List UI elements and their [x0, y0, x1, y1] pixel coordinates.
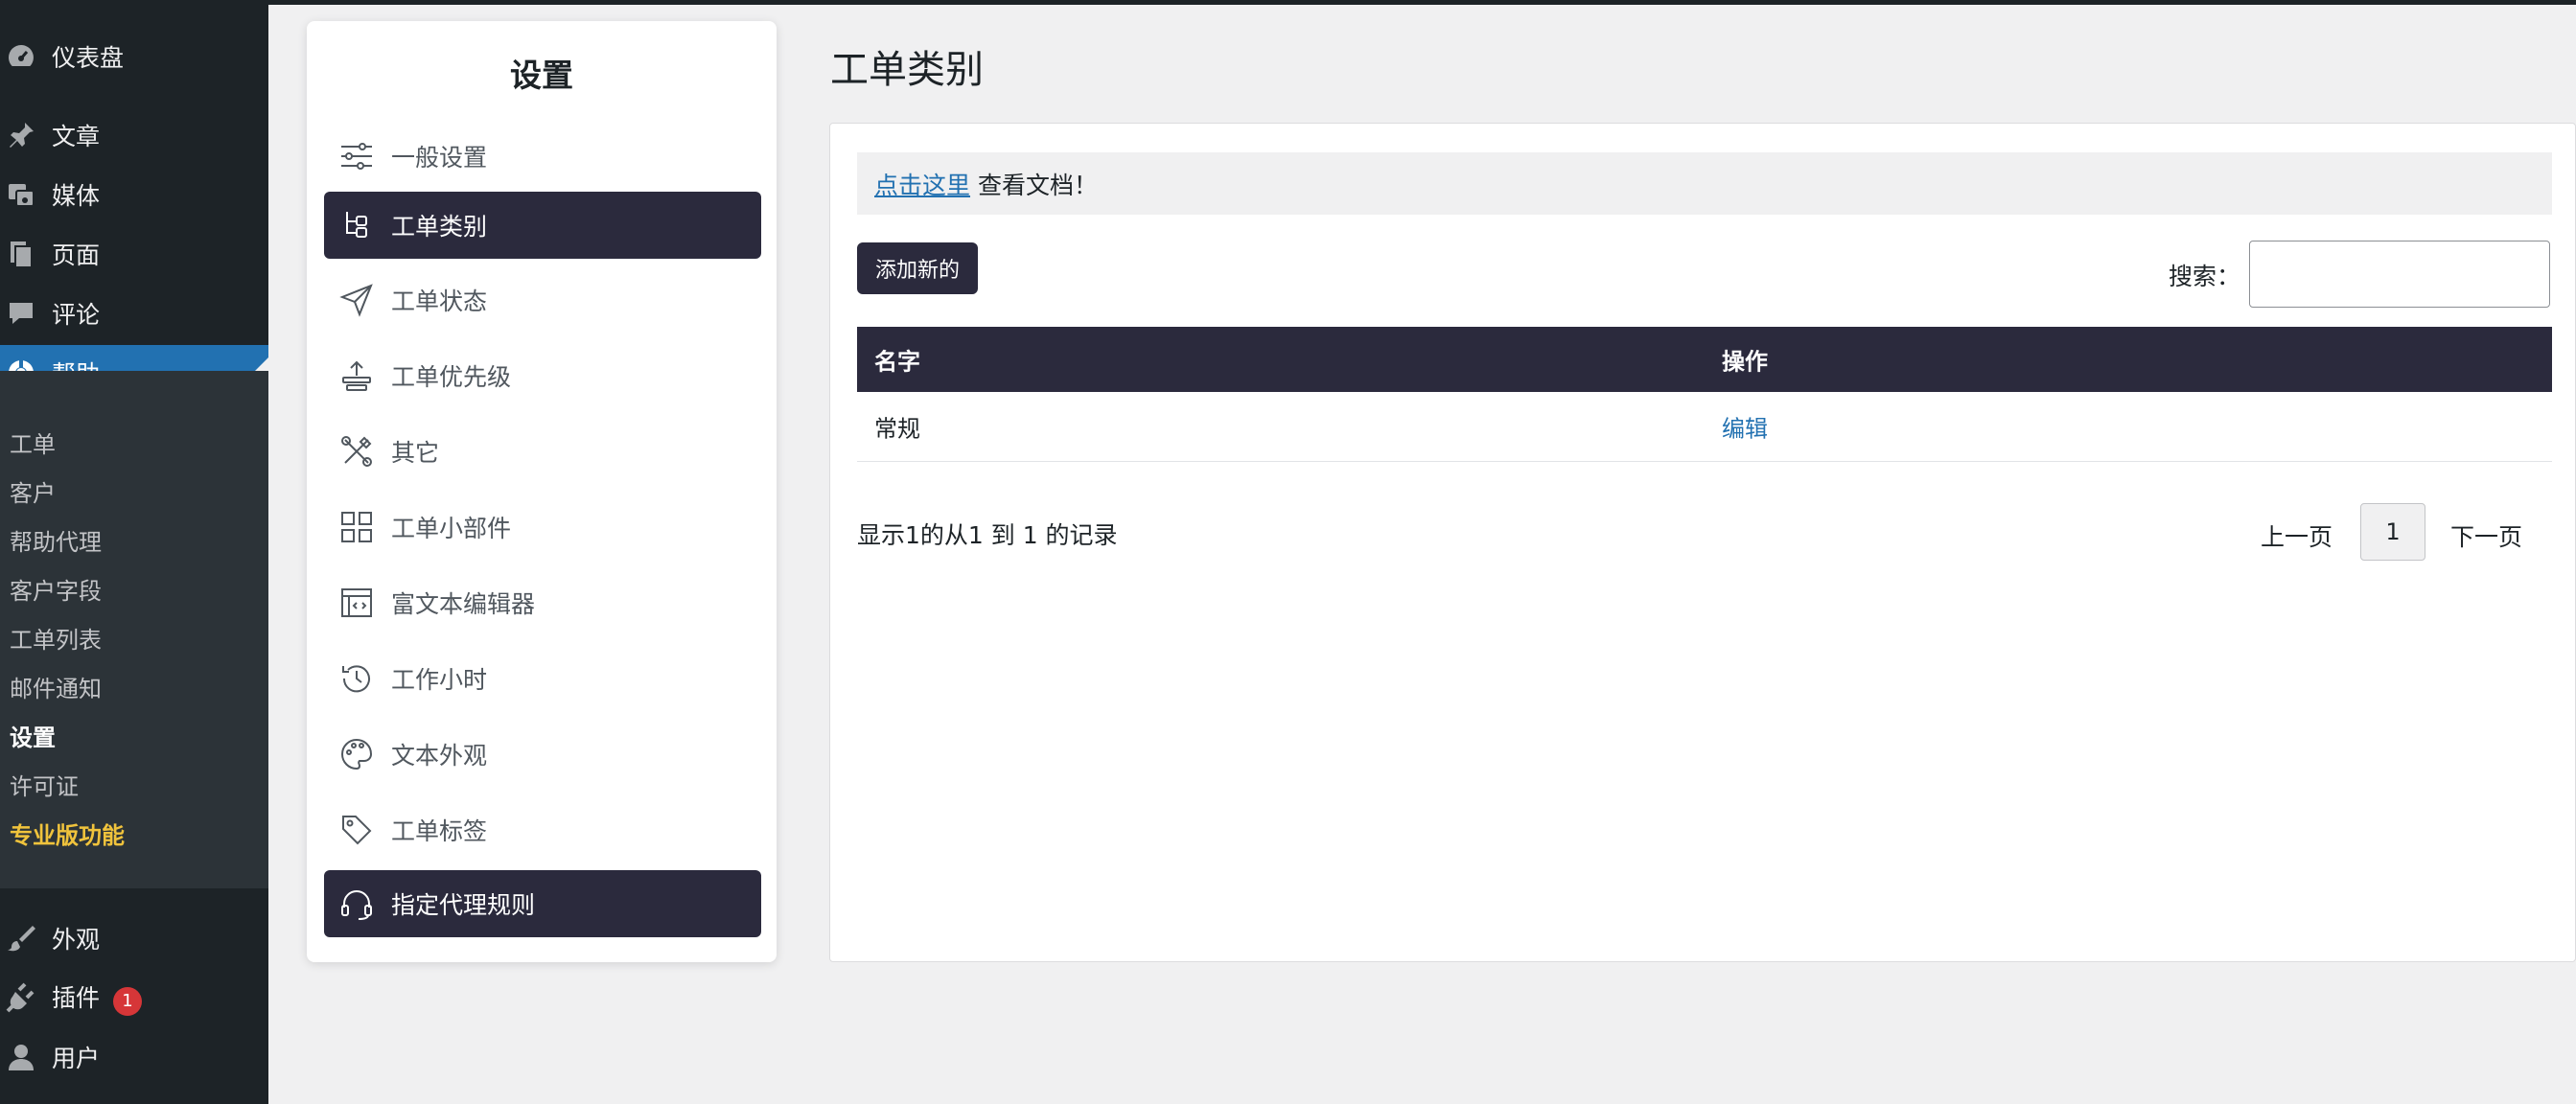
categories-content-card: 点击这里 查看文档！ 添加新的 搜索： 名字 操作 常规 编辑 显示1的从1 到… [829, 123, 2576, 962]
menu-label: 页面 [52, 242, 101, 269]
search-label: 搜索： [2169, 263, 2241, 290]
menu-label: 评论 [52, 301, 101, 329]
table-header: 名字 操作 [857, 327, 2552, 392]
menu-item-appearance[interactable]: 外观 [0, 910, 268, 966]
submenu-item-pro-features[interactable]: 专业版功能 [10, 816, 125, 850]
tools-icon [339, 434, 374, 469]
menu-item-pages[interactable]: 页面 [0, 226, 268, 282]
update-count-badge: 1 [113, 987, 143, 1016]
plugin-icon [4, 980, 38, 1015]
priority-icon [339, 358, 374, 393]
media-icon [4, 177, 38, 212]
menu-item-posts[interactable]: 文章 [0, 107, 268, 163]
previous-page-button[interactable]: 上一页 [2261, 518, 2332, 553]
settings-item-ticket-widgets[interactable]: 工单小部件 [324, 494, 761, 561]
dashboard-icon [4, 39, 38, 74]
settings-item-label: 文本外观 [391, 742, 488, 770]
send-icon [339, 283, 374, 317]
settings-item-label: 工单小部件 [391, 515, 512, 542]
pin-icon [4, 118, 38, 152]
settings-item-label: 一般设置 [391, 144, 488, 172]
page-number-button[interactable]: 1 [2360, 503, 2425, 561]
menu-label-text: 插件 [52, 984, 101, 1012]
settings-panel: 设置 一般设置 工单类别 工单状态 工单优先级 其它 工单小部件 富文本编辑器 … [307, 21, 777, 962]
settings-item-label: 工单类别 [391, 213, 488, 241]
menu-item-comments[interactable]: 评论 [0, 286, 268, 341]
submenu-item-customer-fields[interactable]: 客户字段 [10, 572, 102, 606]
settings-item-rich-text-editor[interactable]: 富文本编辑器 [324, 569, 761, 636]
menu-label: 用户 [52, 1045, 101, 1072]
docs-notice-text: 查看文档！ [978, 171, 1099, 199]
comment-icon [4, 296, 38, 331]
search-input[interactable] [2249, 241, 2550, 308]
records-info: 显示1的从1 到 1 的记录 [857, 521, 1118, 549]
submenu-item-customers[interactable]: 客户 [10, 474, 56, 508]
tag-icon [339, 813, 374, 847]
settings-item-text-appearance[interactable]: 文本外观 [324, 721, 761, 788]
settings-item-other[interactable]: 其它 [324, 418, 761, 485]
submenu-item-license[interactable]: 许可证 [10, 768, 79, 801]
settings-item-working-hours[interactable]: 工作小时 [324, 645, 761, 712]
brush-icon [4, 921, 38, 955]
menu-label: 外观 [52, 926, 101, 954]
admin-top-bar [0, 0, 2576, 5]
page-title: 工单类别 [830, 48, 984, 92]
add-new-button[interactable]: 添加新的 [857, 242, 978, 294]
sliders-icon [339, 139, 374, 173]
wp-admin-sidebar: 仪表盘 文章 媒体 页面 评论 帮助 工单 客户 帮助代理 客户字段 [0, 0, 268, 1104]
column-header-name[interactable]: 名字 [874, 343, 920, 377]
settings-title: 设置 [510, 57, 573, 94]
pages-icon [4, 237, 38, 271]
clock-history-icon [339, 661, 374, 696]
menu-label: 插件 1 [52, 979, 143, 1016]
settings-item-label: 工单优先级 [391, 363, 512, 391]
submenu-item-ticket-list[interactable]: 工单列表 [10, 621, 102, 655]
tree-icon [339, 208, 374, 242]
palette-icon [339, 737, 374, 771]
settings-item-general[interactable]: 一般设置 [324, 123, 761, 190]
submenu-item-settings[interactable]: 设置 [10, 719, 56, 752]
submenu-item-tickets[interactable]: 工单 [10, 426, 56, 459]
edit-link[interactable]: 编辑 [1722, 410, 1768, 444]
submenu-item-agents[interactable]: 帮助代理 [10, 523, 102, 557]
settings-item-ticket-status[interactable]: 工单状态 [324, 266, 761, 334]
headset-icon [339, 886, 374, 921]
menu-label: 媒体 [52, 182, 101, 210]
help-submenu: 工单 客户 帮助代理 客户字段 工单列表 邮件通知 设置 许可证 专业版功能 [0, 371, 268, 888]
column-header-actions: 操作 [1722, 348, 1768, 376]
settings-item-ticket-priority[interactable]: 工单优先级 [324, 342, 761, 409]
category-name-cell: 常规 [874, 415, 920, 443]
settings-item-label: 工作小时 [391, 666, 488, 694]
menu-item-dashboard[interactable]: 仪表盘 [0, 29, 268, 84]
menu-item-users[interactable]: 用户 [0, 1029, 268, 1085]
docs-link[interactable]: 点击这里 [874, 167, 970, 201]
settings-item-agent-assign-rules[interactable]: 指定代理规则 [324, 870, 761, 937]
settings-item-label: 其它 [391, 439, 440, 467]
docs-notice: 点击这里 查看文档！ [857, 152, 2552, 215]
settings-item-label: 工单标签 [391, 817, 488, 845]
table-row: 常规 编辑 [857, 392, 2552, 462]
settings-item-ticket-tags[interactable]: 工单标签 [324, 796, 761, 863]
settings-item-label: 指定代理规则 [391, 891, 536, 919]
settings-item-label: 工单状态 [391, 288, 488, 315]
widgets-icon [339, 510, 374, 544]
menu-label: 文章 [52, 123, 101, 150]
menu-item-plugins[interactable]: 插件 1 [0, 970, 268, 1025]
code-editor-icon [339, 586, 374, 620]
submenu-item-email-notifications[interactable]: 邮件通知 [10, 670, 102, 703]
user-icon [4, 1040, 38, 1074]
settings-item-ticket-categories[interactable]: 工单类别 [324, 192, 761, 259]
menu-label: 仪表盘 [52, 44, 125, 72]
menu-item-media[interactable]: 媒体 [0, 167, 268, 222]
next-page-button[interactable]: 下一页 [2450, 518, 2522, 553]
settings-item-label: 富文本编辑器 [391, 590, 536, 618]
